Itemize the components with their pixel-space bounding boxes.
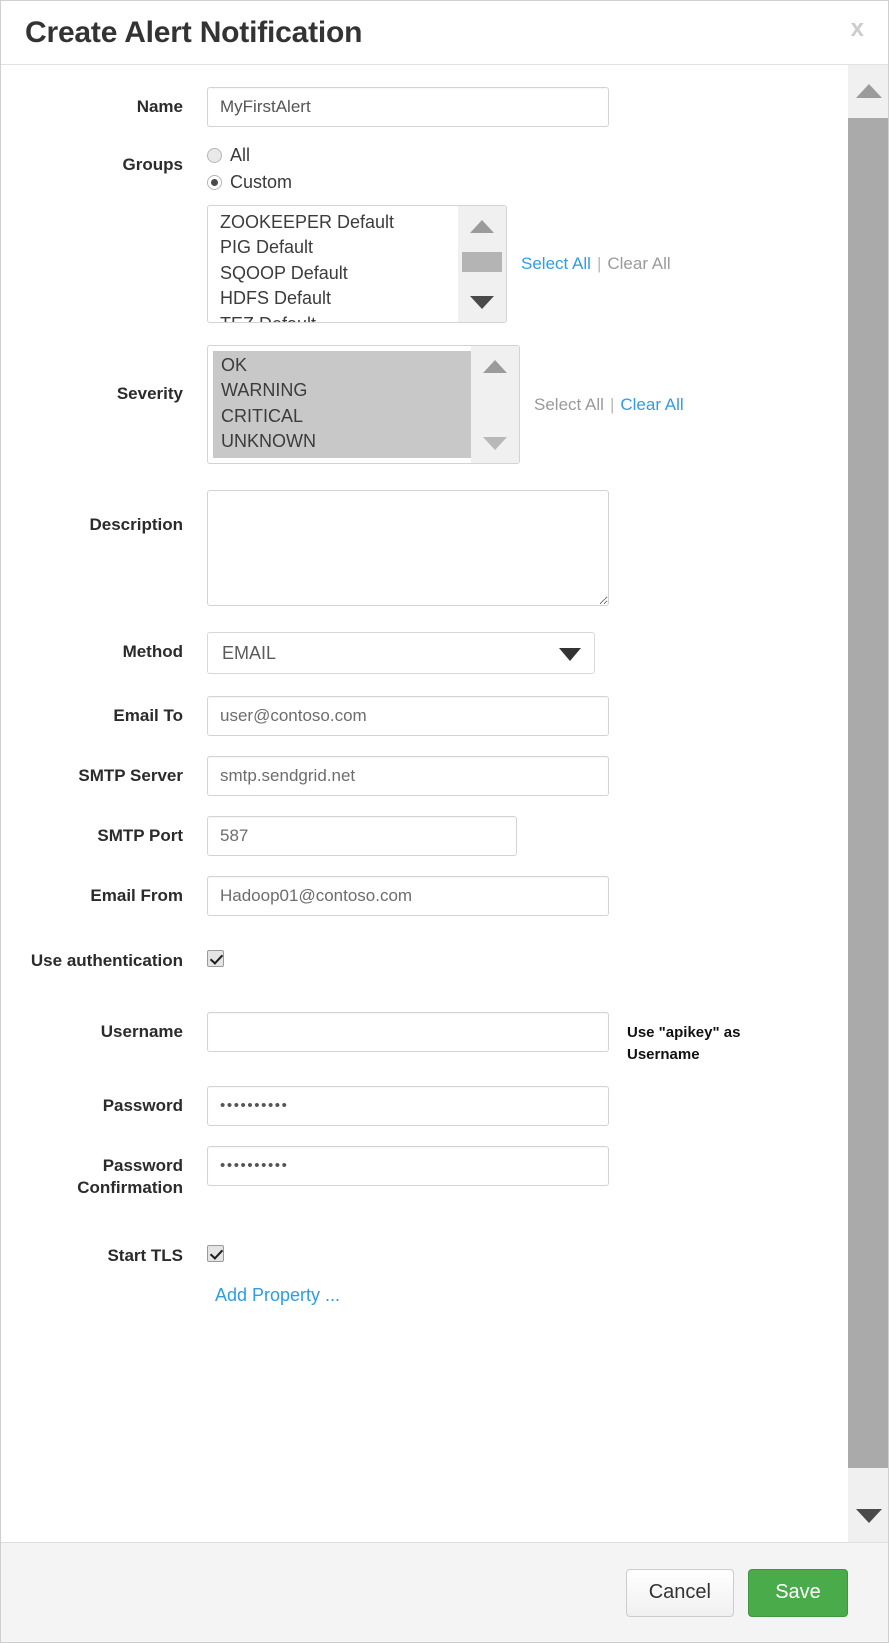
field-row-email-from: Email From — [1, 876, 847, 916]
severity-clear-all-link[interactable]: Clear All — [620, 395, 683, 415]
email-to-label: Email To — [9, 696, 207, 727]
list-item[interactable]: HDFS Default — [220, 286, 458, 311]
groups-radio-custom[interactable]: Custom — [207, 172, 292, 193]
username-note: Use "apikey" as Username — [627, 1012, 807, 1066]
method-select[interactable]: EMAIL — [207, 632, 595, 674]
create-alert-notification-dialog: Create Alert Notification x Name Groups … — [0, 0, 889, 1643]
field-row-smtp-port: SMTP Port — [1, 816, 847, 856]
radio-all-icon[interactable] — [207, 148, 222, 163]
password-confirmation-input[interactable] — [207, 1146, 609, 1186]
list-item[interactable]: SQOOP Default — [220, 261, 458, 286]
severity-select-links: Select All | Clear All — [534, 395, 684, 415]
smtp-server-input[interactable] — [207, 756, 609, 796]
groups-listbox-items: ZOOKEEPER Default PIG Default SQOOP Defa… — [208, 206, 458, 322]
dialog-scrollbar[interactable] — [847, 65, 888, 1542]
groups-links-separator: | — [597, 254, 601, 274]
smtp-port-label: SMTP Port — [9, 816, 207, 847]
field-row-email-to: Email To — [1, 696, 847, 736]
cancel-button[interactable]: Cancel — [626, 1569, 734, 1617]
field-row-name: Name — [1, 87, 847, 127]
description-label: Description — [9, 490, 207, 536]
scrollbar-thumb[interactable] — [462, 252, 502, 272]
close-icon[interactable]: x — [851, 17, 864, 41]
password-confirmation-label: Password Confirmation — [9, 1146, 207, 1199]
severity-label: Severity — [9, 345, 207, 405]
page-title: Create Alert Notification — [25, 16, 362, 50]
field-row-password-confirmation: Password Confirmation — [1, 1146, 847, 1199]
description-textarea[interactable] — [207, 490, 609, 606]
radio-custom-label: Custom — [230, 172, 292, 193]
field-row-start-tls: Start TLS — [1, 1241, 847, 1267]
severity-listbox-items: OK WARNING CRITICAL UNKNOWN — [213, 351, 471, 458]
list-item[interactable]: TEZ Default — [220, 312, 458, 323]
radio-custom-icon[interactable] — [207, 175, 222, 190]
radio-all-label: All — [230, 145, 250, 166]
add-property-link[interactable]: Add Property ... — [207, 1285, 847, 1306]
dialog-body: Name Groups All Custom — [1, 65, 847, 1542]
groups-listbox-scrollbar[interactable] — [458, 206, 506, 322]
groups-select-links: Select All | Clear All — [521, 254, 671, 274]
name-label: Name — [9, 87, 207, 118]
scroll-down-icon[interactable] — [471, 425, 519, 461]
password-input[interactable] — [207, 1086, 609, 1126]
groups-radio-all[interactable]: All — [207, 145, 250, 166]
email-to-input[interactable] — [207, 696, 609, 736]
scrollbar-thumb[interactable] — [848, 118, 888, 1468]
groups-label: Groups — [9, 145, 207, 176]
field-row-severity: Severity OK WARNING CRITICAL UNKNOWN — [1, 345, 847, 464]
groups-clear-all-link[interactable]: Clear All — [607, 254, 670, 274]
scroll-up-icon[interactable] — [458, 208, 506, 244]
username-label: Username — [9, 1012, 207, 1043]
start-tls-label: Start TLS — [9, 1241, 207, 1267]
save-button[interactable]: Save — [748, 1569, 848, 1617]
scroll-up-icon[interactable] — [471, 348, 519, 384]
list-item[interactable]: OK — [221, 353, 471, 378]
method-select-value: EMAIL — [222, 643, 276, 664]
field-row-username: Username Use "apikey" as Username — [1, 1012, 847, 1066]
list-item[interactable]: ZOOKEEPER Default — [220, 210, 458, 235]
scroll-down-icon[interactable] — [458, 284, 506, 320]
dialog-header: Create Alert Notification x — [1, 1, 888, 65]
list-item[interactable]: WARNING — [221, 378, 471, 403]
smtp-server-label: SMTP Server — [9, 756, 207, 787]
severity-listbox[interactable]: OK WARNING CRITICAL UNKNOWN — [207, 345, 520, 464]
groups-listbox[interactable]: ZOOKEEPER Default PIG Default SQOOP Defa… — [207, 205, 507, 323]
field-row-use-authentication: Use authentication — [1, 946, 847, 972]
list-item[interactable]: CRITICAL — [221, 404, 471, 429]
method-label: Method — [9, 632, 207, 663]
field-row-method: Method EMAIL — [1, 632, 847, 674]
dialog-body-wrapper: Name Groups All Custom — [1, 65, 888, 1542]
field-row-smtp-server: SMTP Server — [1, 756, 847, 796]
scroll-down-icon[interactable] — [848, 1490, 888, 1542]
use-authentication-label: Use authentication — [9, 946, 207, 972]
field-row-groups: Groups All Custom ZOOKEEPER Default — [1, 145, 847, 323]
email-from-input[interactable] — [207, 876, 609, 916]
email-from-label: Email From — [9, 876, 207, 907]
scroll-up-icon[interactable] — [848, 65, 888, 117]
severity-listbox-scrollbar[interactable] — [471, 346, 519, 463]
list-item[interactable]: UNKNOWN — [221, 429, 471, 454]
field-row-description: Description — [1, 490, 847, 606]
username-input[interactable] — [207, 1012, 609, 1052]
start-tls-checkbox[interactable] — [207, 1245, 224, 1262]
dialog-footer: Cancel Save — [1, 1542, 888, 1642]
use-authentication-checkbox[interactable] — [207, 950, 224, 967]
field-row-password: Password — [1, 1086, 847, 1126]
list-item[interactable]: PIG Default — [220, 235, 458, 260]
password-label: Password — [9, 1086, 207, 1117]
severity-select-all-link[interactable]: Select All — [534, 395, 604, 415]
groups-select-all-link[interactable]: Select All — [521, 254, 591, 274]
smtp-port-input[interactable] — [207, 816, 517, 856]
severity-links-separator: | — [610, 395, 614, 415]
name-input[interactable] — [207, 87, 609, 127]
